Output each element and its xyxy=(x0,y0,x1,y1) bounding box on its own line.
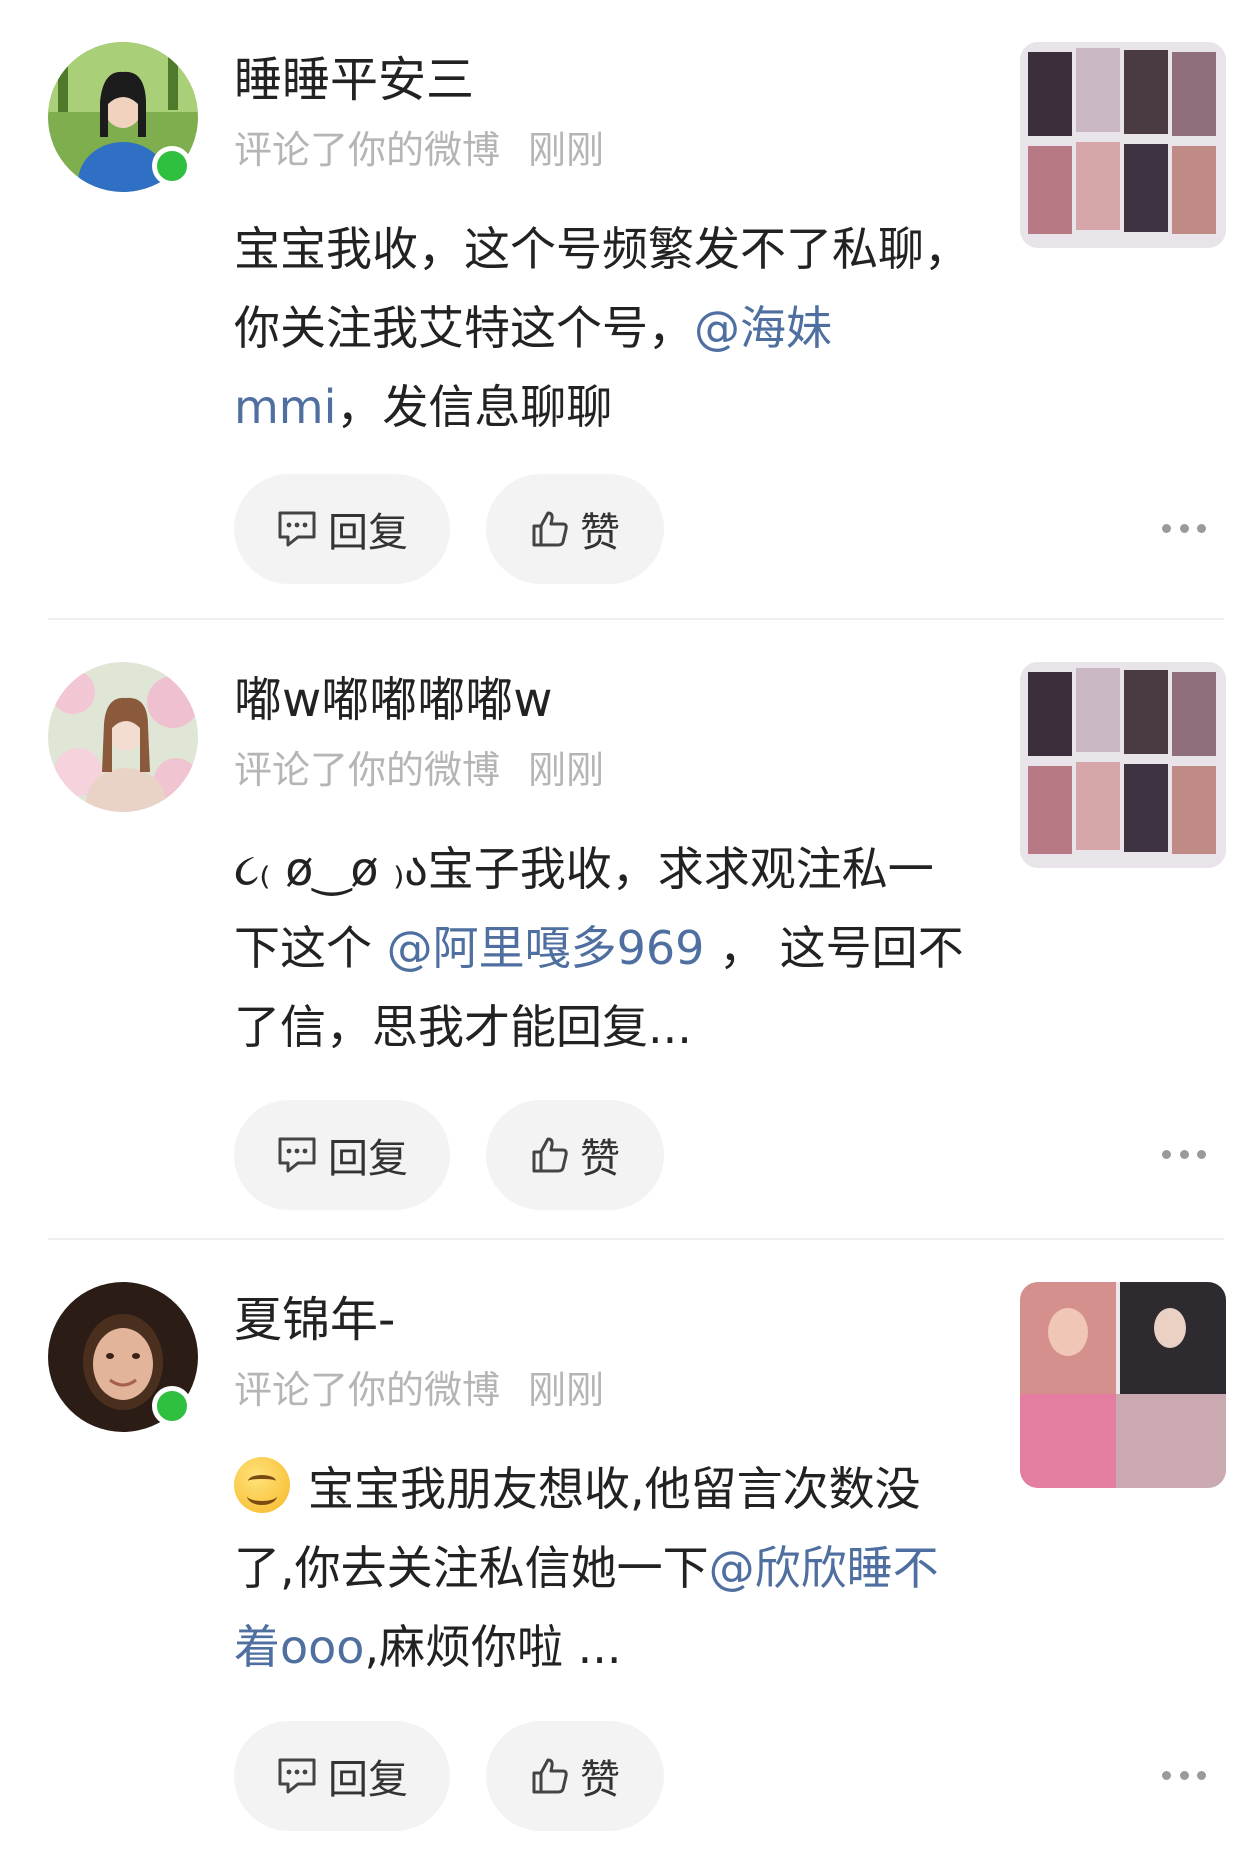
comment-meta: 评论了你的微博 刚刚 xyxy=(234,1366,604,1414)
comment-text: 宝宝我朋友想收,他留言次数没了,你去关注私信她一下@欣欣睡不着ooo,麻烦你啦 … xyxy=(234,1450,974,1687)
weibo-thumbnail[interactable] xyxy=(1020,42,1226,248)
more-options-icon[interactable] xyxy=(1162,1762,1206,1788)
comment-meta: 评论了你的微博 刚刚 xyxy=(234,126,604,174)
comment-item: 夏锦年- 评论了你的微博 刚刚 宝宝我朋友想收,他留言次数没了,你去关注私信她一下… xyxy=(0,1240,1260,1859)
online-status-dot xyxy=(152,146,192,186)
timestamp: 刚刚 xyxy=(528,748,605,792)
like-button[interactable]: 赞 xyxy=(486,1100,664,1210)
meta-action-text: 评论了你的微博 xyxy=(234,1368,501,1412)
mention-link[interactable]: @阿里嘎多969 xyxy=(387,921,705,975)
reply-button[interactable]: 回复 xyxy=(234,1100,450,1210)
comment-text: ૮₍ ø‿ø ₎ა宝子我收，求求观注私一下这个 @阿里嘎多969 ， 这号回不了… xyxy=(234,830,974,1067)
thumbs-up-icon xyxy=(532,1137,568,1173)
comment-text-part: ,麻烦你啦 ... xyxy=(364,1620,622,1674)
comment-bubble-icon xyxy=(278,511,316,547)
user-name[interactable]: 嘟w嘟嘟嘟嘟w xyxy=(234,668,553,732)
timestamp: 刚刚 xyxy=(528,128,605,172)
thumbs-up-icon xyxy=(532,511,568,547)
thumbnail-image xyxy=(1020,42,1226,248)
comment-item: 嘟w嘟嘟嘟嘟w 评论了你的微博 刚刚 ૮₍ ø‿ø ₎ა宝子我收，求求观注私一下这… xyxy=(0,620,1260,1240)
avatar-image xyxy=(48,662,198,812)
comment-text-part: 宝宝我收，这个号频繁发不了私聊，你关注我艾特这个号， xyxy=(234,222,970,355)
comment-text: 宝宝我收，这个号频繁发不了私聊，你关注我艾特这个号，@海妹mmi，发信息聊聊 xyxy=(234,210,974,447)
avatar[interactable] xyxy=(48,662,198,812)
comment-bubble-icon xyxy=(278,1758,316,1794)
reply-label: 回复 xyxy=(328,510,408,556)
meta-action-text: 评论了你的微博 xyxy=(234,128,501,172)
comment-bubble-icon xyxy=(278,1137,316,1173)
weibo-thumbnail[interactable] xyxy=(1020,662,1226,868)
timestamp: 刚刚 xyxy=(528,1368,605,1412)
user-name[interactable]: 睡睡平安三 xyxy=(234,48,474,112)
user-name[interactable]: 夏锦年- xyxy=(234,1288,395,1352)
smiling-face-icon xyxy=(234,1457,290,1513)
more-options-icon[interactable] xyxy=(1162,515,1206,541)
thumbnail-image xyxy=(1020,1282,1226,1488)
thumbnail-image xyxy=(1020,662,1226,868)
online-status-dot xyxy=(152,1386,192,1426)
weibo-thumbnail[interactable] xyxy=(1020,1282,1226,1488)
like-button[interactable]: 赞 xyxy=(486,474,664,584)
like-button[interactable]: 赞 xyxy=(486,1721,664,1831)
reply-label: 回复 xyxy=(328,1136,408,1182)
comment-meta: 评论了你的微博 刚刚 xyxy=(234,746,604,794)
comment-item: 睡睡平安三 评论了你的微博 刚刚 宝宝我收，这个号频繁发不了私聊，你关注我艾特这个… xyxy=(0,0,1260,620)
like-label: 赞 xyxy=(580,510,620,556)
like-label: 赞 xyxy=(580,1757,620,1803)
reply-label: 回复 xyxy=(328,1757,408,1803)
reply-button[interactable]: 回复 xyxy=(234,474,450,584)
reply-button[interactable]: 回复 xyxy=(234,1721,450,1831)
more-options-icon[interactable] xyxy=(1162,1141,1206,1167)
comment-text-part: ，发信息聊聊 xyxy=(336,380,613,434)
thumbs-up-icon xyxy=(532,1758,568,1794)
meta-action-text: 评论了你的微博 xyxy=(234,748,501,792)
like-label: 赞 xyxy=(580,1136,620,1182)
